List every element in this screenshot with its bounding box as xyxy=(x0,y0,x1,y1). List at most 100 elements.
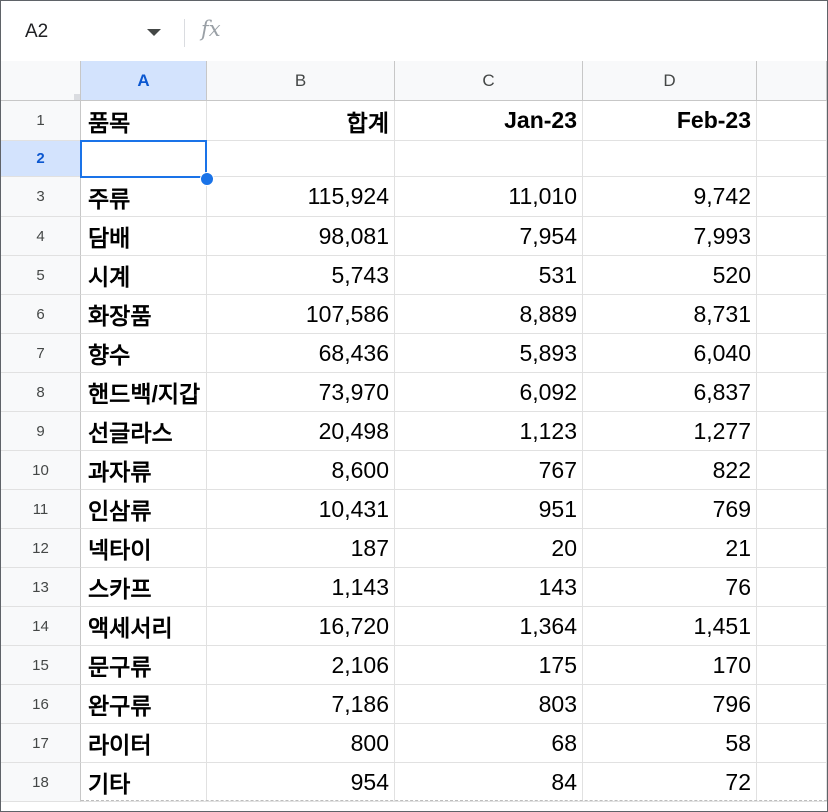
cell[interactable]: 선글라스 xyxy=(81,412,207,451)
cell[interactable]: 520 xyxy=(583,256,757,295)
row-header-13[interactable]: 13 xyxy=(1,568,81,607)
cell[interactable]: 767 xyxy=(395,451,583,490)
cell[interactable]: 115,924 xyxy=(207,177,395,217)
column-header-e[interactable] xyxy=(757,61,827,101)
cell[interactable]: 향수 xyxy=(81,334,207,373)
cell[interactable]: 20 xyxy=(395,529,583,568)
cell[interactable]: 84 xyxy=(395,763,583,802)
cell[interactable]: 187 xyxy=(207,529,395,568)
formula-input[interactable] xyxy=(241,11,821,51)
cell[interactable]: 품목 xyxy=(81,101,207,141)
cell[interactable]: 2,106 xyxy=(207,646,395,685)
row-header-16[interactable]: 16 xyxy=(1,685,81,724)
cell[interactable]: 인삼류 xyxy=(81,490,207,529)
cell[interactable]: 10,431 xyxy=(207,490,395,529)
cell[interactable]: 143 xyxy=(395,568,583,607)
name-box[interactable]: A2 xyxy=(1,13,171,49)
cell[interactable]: 1,277 xyxy=(583,412,757,451)
cell[interactable] xyxy=(757,490,827,529)
column-header-a[interactable]: A xyxy=(81,61,207,101)
row-header-14[interactable]: 14 xyxy=(1,607,81,646)
cell[interactable]: 803 xyxy=(395,685,583,724)
cell[interactable]: 6,040 xyxy=(583,334,757,373)
cell[interactable]: 6,092 xyxy=(395,373,583,412)
cell[interactable]: 1,451 xyxy=(583,607,757,646)
cell[interactable]: 16,720 xyxy=(207,607,395,646)
cell[interactable] xyxy=(757,724,827,763)
cell[interactable]: 11,010 xyxy=(395,177,583,217)
cell[interactable]: 7,954 xyxy=(395,217,583,256)
cell[interactable] xyxy=(757,295,827,334)
row-header-11[interactable]: 11 xyxy=(1,490,81,529)
cell[interactable] xyxy=(757,141,827,177)
cell[interactable] xyxy=(757,177,827,217)
cell[interactable]: 1,364 xyxy=(395,607,583,646)
cell[interactable]: 합계 xyxy=(207,101,395,141)
select-all-corner[interactable] xyxy=(1,61,81,101)
cell[interactable] xyxy=(757,646,827,685)
cell[interactable]: 핸드백/지갑 xyxy=(81,373,207,412)
cell[interactable]: 8,889 xyxy=(395,295,583,334)
cell[interactable] xyxy=(757,568,827,607)
cell[interactable]: 1,123 xyxy=(395,412,583,451)
cell[interactable]: 담배 xyxy=(81,217,207,256)
cell[interactable]: 액세서리 xyxy=(81,607,207,646)
cell[interactable]: 796 xyxy=(583,685,757,724)
cell[interactable] xyxy=(757,763,827,802)
row-header-5[interactable]: 5 xyxy=(1,256,81,295)
cell[interactable] xyxy=(757,685,827,724)
cell[interactable]: 68,436 xyxy=(207,334,395,373)
fill-handle[interactable] xyxy=(200,172,214,186)
cell[interactable]: 954 xyxy=(207,763,395,802)
row-header-3[interactable]: 3 xyxy=(1,177,81,217)
cell[interactable]: 시계 xyxy=(81,256,207,295)
cell[interactable]: 20,498 xyxy=(207,412,395,451)
cell[interactable]: 951 xyxy=(395,490,583,529)
cell[interactable]: 175 xyxy=(395,646,583,685)
cell[interactable]: 스카프 xyxy=(81,568,207,607)
cell[interactable]: 769 xyxy=(583,490,757,529)
cell[interactable]: 8,600 xyxy=(207,451,395,490)
cell[interactable]: 라이터 xyxy=(81,724,207,763)
cell[interactable]: 822 xyxy=(583,451,757,490)
row-header-12[interactable]: 12 xyxy=(1,529,81,568)
cell[interactable]: Feb-23 xyxy=(583,101,757,141)
cell[interactable] xyxy=(757,373,827,412)
cell[interactable]: 5,743 xyxy=(207,256,395,295)
row-header-9[interactable]: 9 xyxy=(1,412,81,451)
cell[interactable] xyxy=(81,141,207,177)
cell[interactable]: 7,186 xyxy=(207,685,395,724)
cell[interactable] xyxy=(395,141,583,177)
row-header-6[interactable]: 6 xyxy=(1,295,81,334)
cell[interactable]: 98,081 xyxy=(207,217,395,256)
cell[interactable]: 107,586 xyxy=(207,295,395,334)
cell[interactable]: Jan-23 xyxy=(395,101,583,141)
cell[interactable]: 9,742 xyxy=(583,177,757,217)
cell[interactable]: 완구류 xyxy=(81,685,207,724)
cell[interactable]: 73,970 xyxy=(207,373,395,412)
cell[interactable]: 68 xyxy=(395,724,583,763)
column-header-b[interactable]: B xyxy=(207,61,395,101)
cell[interactable]: 1,143 xyxy=(207,568,395,607)
cell[interactable]: 주류 xyxy=(81,177,207,217)
cell[interactable]: 531 xyxy=(395,256,583,295)
row-header-2[interactable]: 2 xyxy=(1,141,81,177)
cell[interactable]: 화장품 xyxy=(81,295,207,334)
cell[interactable]: 800 xyxy=(207,724,395,763)
cell[interactable] xyxy=(757,451,827,490)
cell[interactable] xyxy=(757,101,827,141)
row-header-10[interactable]: 10 xyxy=(1,451,81,490)
cell[interactable]: 6,837 xyxy=(583,373,757,412)
cell[interactable]: 문구류 xyxy=(81,646,207,685)
row-header-18[interactable]: 18 xyxy=(1,763,81,802)
cell[interactable] xyxy=(207,141,395,177)
cell[interactable] xyxy=(757,217,827,256)
chevron-down-icon[interactable] xyxy=(147,29,161,36)
cell[interactable]: 7,993 xyxy=(583,217,757,256)
cell[interactable]: 58 xyxy=(583,724,757,763)
row-header-7[interactable]: 7 xyxy=(1,334,81,373)
cell[interactable]: 넥타이 xyxy=(81,529,207,568)
row-header-8[interactable]: 8 xyxy=(1,373,81,412)
row-header-1[interactable]: 1 xyxy=(1,101,81,141)
cell[interactable]: 72 xyxy=(583,763,757,802)
